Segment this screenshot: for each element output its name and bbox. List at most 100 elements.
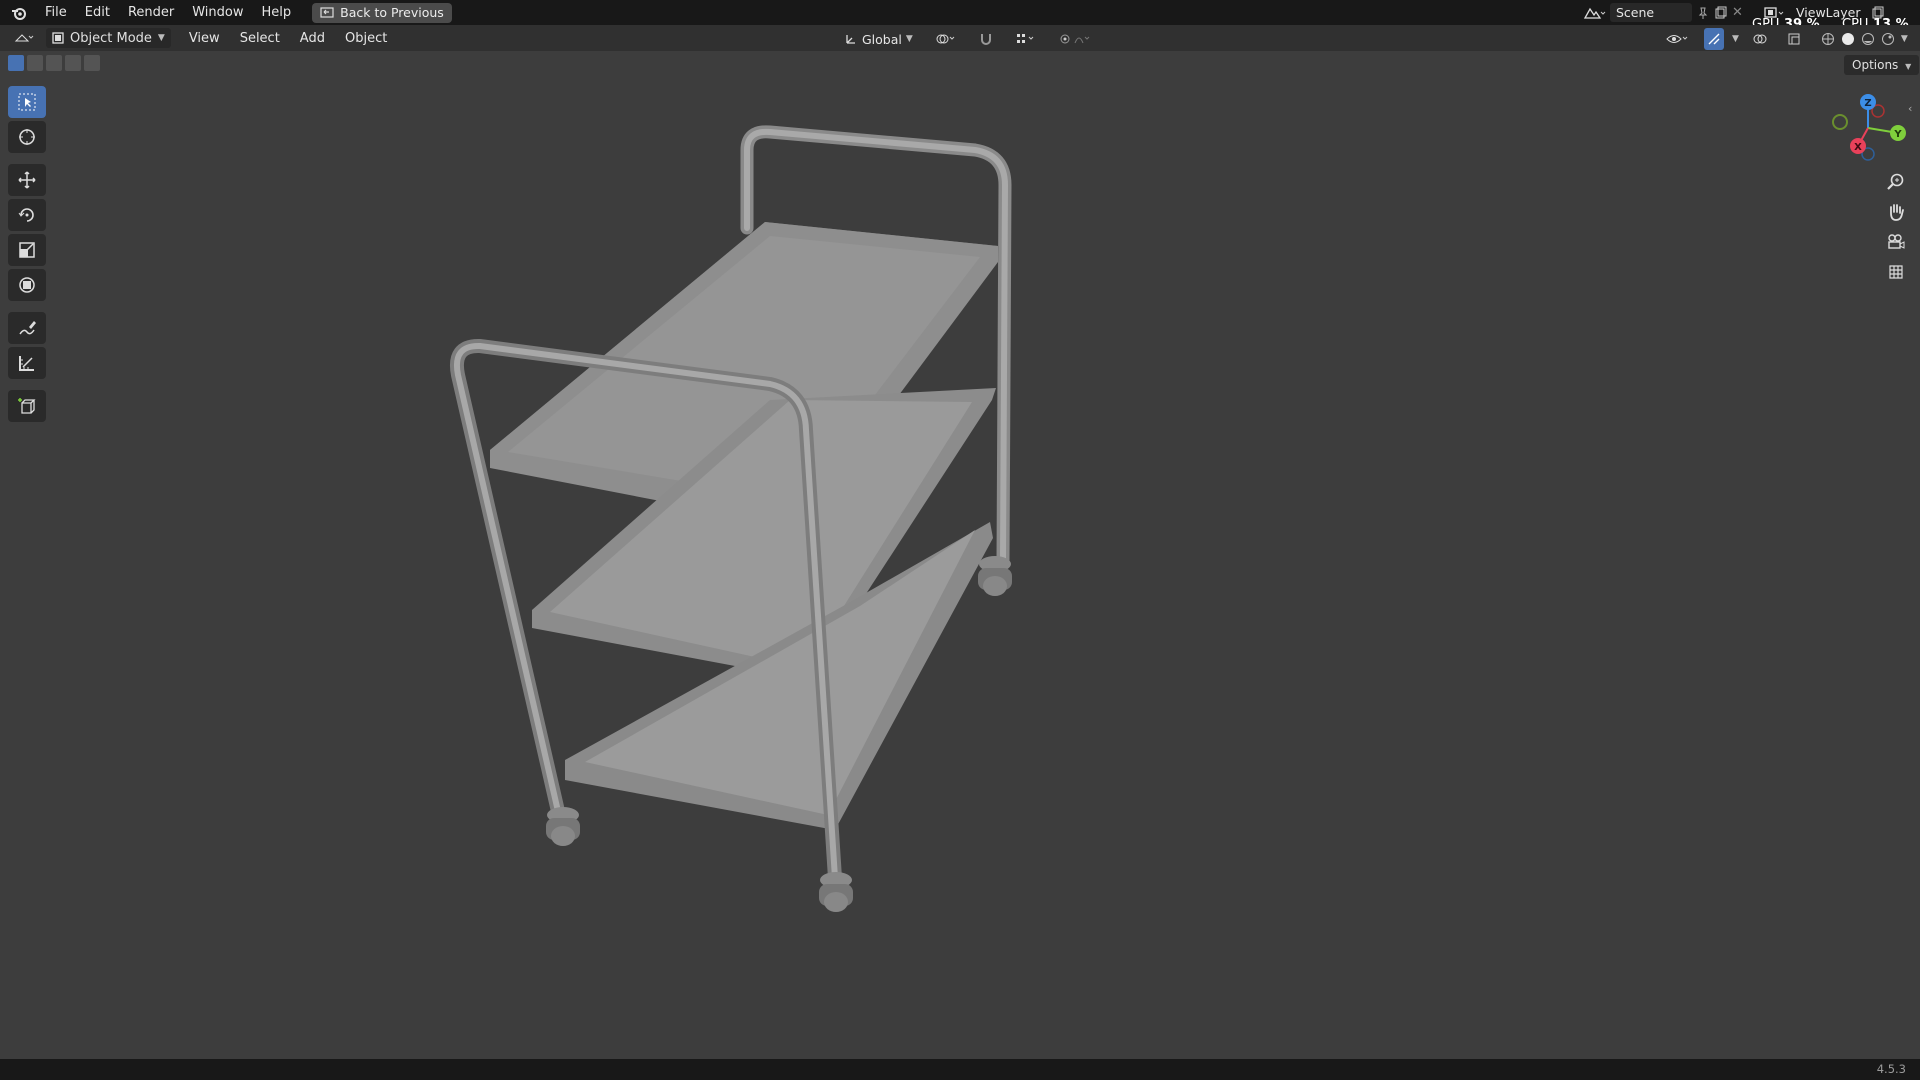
gizmo-neg-y[interactable] bbox=[1832, 114, 1848, 130]
object-mode-icon bbox=[52, 32, 64, 44]
viewport-3d-scene[interactable] bbox=[0, 0, 1920, 1080]
xray-icon bbox=[1788, 33, 1800, 45]
pan-button[interactable] bbox=[1882, 200, 1910, 224]
annotate-pencil-icon bbox=[19, 321, 36, 335]
chevron-down-icon: ▼ bbox=[1900, 34, 1908, 44]
middle-shelf bbox=[532, 388, 996, 680]
object-mode-dropdown[interactable]: Object Mode ▼ bbox=[46, 28, 171, 48]
chevron-down-icon: ▼ bbox=[157, 33, 165, 43]
cart-back-frame bbox=[740, 125, 1012, 567]
orientation-axes-icon bbox=[846, 35, 855, 44]
remove-scene-icon[interactable]: ✕ bbox=[1732, 5, 1743, 20]
viewport-menu-view[interactable]: View bbox=[179, 31, 230, 46]
rotate-icon bbox=[18, 208, 34, 222]
scene-selector[interactable]: Scene ✕ bbox=[1582, 2, 1752, 23]
proportional-editing-toggle[interactable] bbox=[1053, 28, 1097, 50]
camera-icon bbox=[1888, 234, 1905, 249]
menu-edit[interactable]: Edit bbox=[76, 0, 119, 25]
blender-logo-icon[interactable] bbox=[8, 2, 30, 24]
measure-ruler-icon bbox=[19, 356, 34, 371]
menu-help[interactable]: Help bbox=[253, 0, 301, 25]
tool-annotate[interactable] bbox=[8, 312, 46, 344]
scene-name-field[interactable]: Scene bbox=[1610, 3, 1692, 22]
viewport-menu-add[interactable]: Add bbox=[290, 31, 335, 46]
snap-grid-icon bbox=[1016, 34, 1034, 43]
tool-rotate[interactable] bbox=[8, 199, 46, 231]
select-extend-icon[interactable] bbox=[27, 55, 43, 71]
add-cube-icon bbox=[18, 398, 36, 414]
gizmo-toggle[interactable] bbox=[1704, 28, 1724, 50]
3d-viewport-icon bbox=[14, 34, 34, 42]
gizmo-icon bbox=[1708, 33, 1720, 45]
viewport-display-tools: ▼ ▼ bbox=[1660, 28, 1914, 50]
cart-front-frame bbox=[450, 339, 842, 885]
options-dropdown[interactable]: Options ▼ bbox=[1844, 55, 1920, 75]
tool-measure[interactable] bbox=[8, 347, 46, 379]
xray-toggle[interactable] bbox=[1781, 28, 1807, 50]
chevron-down-icon: ▼ bbox=[1905, 62, 1912, 71]
scene-icon bbox=[1583, 7, 1606, 19]
tool-cursor[interactable] bbox=[8, 121, 46, 153]
snap-target-dropdown[interactable] bbox=[1009, 28, 1043, 50]
transform-icon bbox=[19, 277, 35, 293]
select-new-icon[interactable] bbox=[8, 55, 24, 71]
move-icon bbox=[18, 171, 36, 189]
chevron-down-icon[interactable]: ▼ bbox=[1732, 34, 1739, 44]
top-shelf bbox=[490, 222, 998, 528]
transform-tools-group: Global ▼ bbox=[838, 28, 1097, 50]
grid-perspective-icon bbox=[1889, 265, 1903, 279]
transform-orientation-dropdown[interactable]: Global ▼ bbox=[838, 28, 919, 50]
select-subtract-icon[interactable] bbox=[46, 55, 62, 71]
status-bar: 4.5.3 bbox=[0, 1059, 1920, 1080]
menu-render[interactable]: Render bbox=[119, 0, 183, 25]
cursor-icon bbox=[19, 129, 35, 145]
wheel-front-right bbox=[819, 872, 853, 912]
tool-transform[interactable] bbox=[8, 269, 46, 301]
tool-shelf bbox=[8, 86, 48, 425]
version-label: 4.5.3 bbox=[1876, 1062, 1906, 1076]
tool-add-cube[interactable] bbox=[8, 390, 46, 422]
solid-shading-icon bbox=[1841, 33, 1854, 45]
overlays-icon bbox=[1753, 34, 1767, 44]
editor-type-button[interactable] bbox=[8, 27, 42, 49]
pin-icon[interactable] bbox=[1696, 6, 1710, 20]
viewport-menu-object[interactable]: Object bbox=[335, 31, 397, 46]
overlays-toggle[interactable] bbox=[1747, 28, 1773, 50]
selection-mode-buttons bbox=[8, 55, 100, 71]
new-scene-icon[interactable] bbox=[1714, 6, 1728, 20]
tool-move[interactable] bbox=[8, 164, 46, 196]
wireframe-shading-icon bbox=[1821, 33, 1834, 45]
select-intersect-icon[interactable] bbox=[84, 55, 100, 71]
select-invert-icon[interactable] bbox=[65, 55, 81, 71]
screen-back-icon bbox=[320, 6, 334, 18]
gizmo-y-label: Y bbox=[1893, 129, 1902, 140]
tool-scale[interactable] bbox=[8, 234, 46, 266]
zoom-button[interactable] bbox=[1882, 170, 1910, 194]
hand-pan-icon bbox=[1890, 204, 1904, 221]
camera-view-button[interactable] bbox=[1882, 230, 1910, 254]
viewport-menu-select[interactable]: Select bbox=[230, 31, 290, 46]
material-shading-icon bbox=[1861, 33, 1874, 45]
eye-icon bbox=[1666, 35, 1688, 43]
object-mode-label: Object Mode bbox=[70, 30, 152, 46]
pivot-point-dropdown[interactable] bbox=[929, 28, 963, 50]
top-menu-bar: File Edit Render Window Help Back to Pre… bbox=[0, 0, 1920, 25]
perspective-toggle-button[interactable] bbox=[1882, 260, 1910, 284]
wheel-back-right bbox=[978, 556, 1012, 596]
trolley-cart[interactable] bbox=[450, 125, 1012, 912]
scale-icon bbox=[19, 242, 35, 258]
shading-modes[interactable]: ▼ bbox=[1815, 28, 1914, 50]
select-box-icon bbox=[18, 93, 36, 111]
wheel-front-left bbox=[546, 807, 580, 846]
back-to-previous-button[interactable]: Back to Previous bbox=[312, 2, 452, 23]
tool-select-box[interactable] bbox=[8, 86, 46, 118]
sidebar-collapse-arrow-icon[interactable]: ‹ bbox=[1908, 102, 1912, 115]
snap-toggle[interactable] bbox=[973, 28, 999, 50]
visibility-dropdown[interactable] bbox=[1660, 28, 1696, 50]
menu-file[interactable]: File bbox=[36, 0, 76, 25]
menu-window[interactable]: Window bbox=[183, 0, 252, 25]
zoom-magnifier-icon bbox=[1887, 173, 1904, 190]
transform-orientation-label: Global bbox=[862, 31, 902, 47]
rendered-shading-icon bbox=[1881, 33, 1894, 45]
navigation-gizmo[interactable]: Z Y X bbox=[1820, 88, 1910, 168]
